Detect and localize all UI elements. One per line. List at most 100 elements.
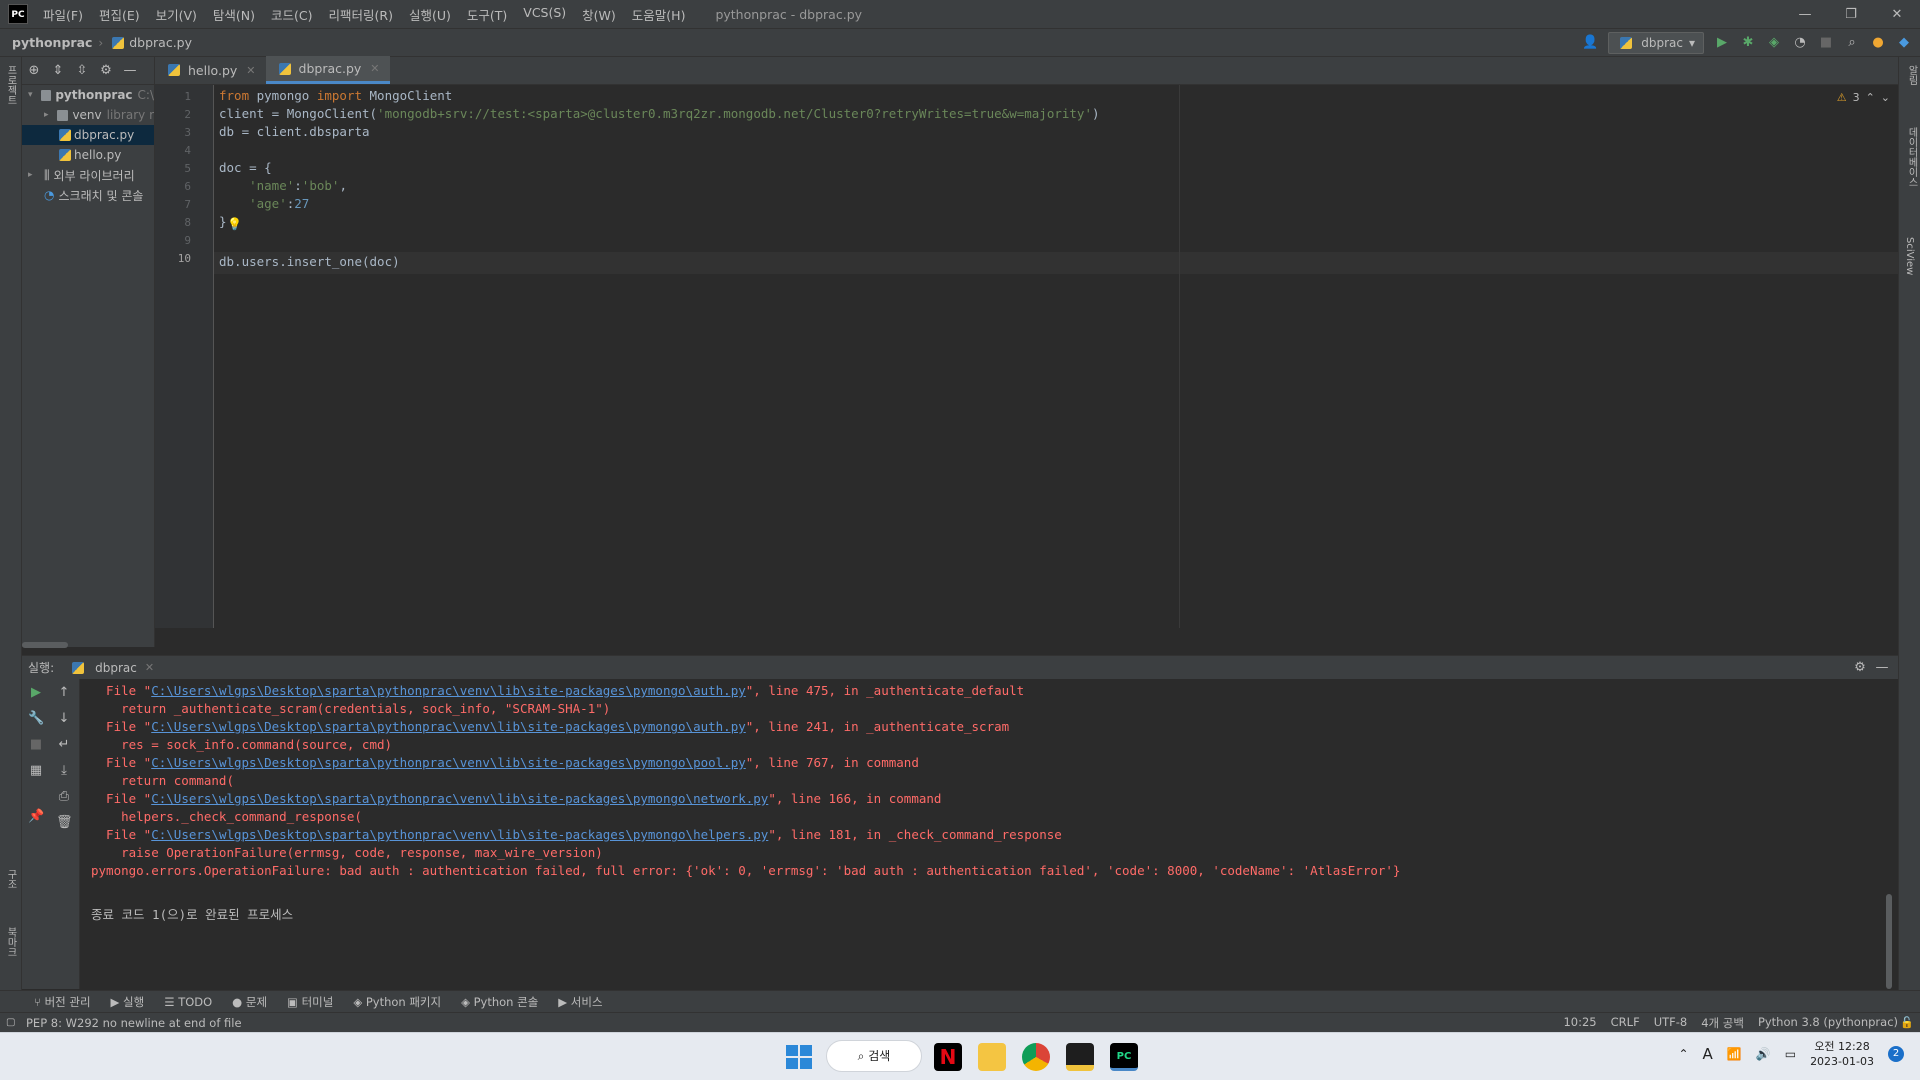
pycharm-logo[interactable]: PC xyxy=(8,4,28,24)
locate-icon[interactable]: ⊕ xyxy=(26,63,42,79)
taskbar-search[interactable]: ⌕ 검색 xyxy=(826,1040,922,1072)
wifi-icon[interactable]: 📶 xyxy=(1727,1047,1742,1061)
pin-icon[interactable]: 📌 xyxy=(28,809,44,825)
tool-tab[interactable]: ▶ 서비스 xyxy=(558,994,602,1010)
menu-item-1[interactable]: 편집(E) xyxy=(91,5,148,24)
chrome-icon[interactable] xyxy=(1022,1043,1050,1071)
gear-icon[interactable]: ⚙ xyxy=(98,63,114,79)
run-console[interactable]: File "C:\Users\wlgps\Desktop\sparta\pyth… xyxy=(80,679,1898,989)
menu-item-9[interactable]: 창(W) xyxy=(574,5,624,24)
wrench-icon[interactable]: 🔧 xyxy=(28,711,44,727)
rerun-icon[interactable]: ▶ xyxy=(28,685,44,701)
file-encoding[interactable]: UTF-8 xyxy=(1654,1015,1688,1031)
netflix-icon[interactable]: N xyxy=(934,1043,962,1071)
layout-icon[interactable]: ▦ xyxy=(28,763,44,779)
menu-item-8[interactable]: VCS(S) xyxy=(515,5,574,24)
sciview-tool-window-button[interactable]: SciView xyxy=(1904,237,1915,275)
chevron-down-icon[interactable]: ⌄ xyxy=(1881,91,1890,104)
sticky-notes-icon[interactable] xyxy=(1066,1043,1094,1071)
minimize-button[interactable]: — xyxy=(1782,0,1828,29)
volume-icon[interactable]: 🔊 xyxy=(1756,1047,1771,1061)
breadcrumb-project[interactable]: pythonprac xyxy=(12,35,92,50)
hide-icon[interactable]: — xyxy=(122,63,138,79)
gear-icon[interactable]: ⚙ xyxy=(1852,660,1868,676)
tool-tab[interactable]: ▣ 터미널 xyxy=(287,994,333,1010)
arrow-down-icon[interactable]: ↓ xyxy=(56,711,72,727)
close-icon[interactable]: ✕ xyxy=(145,661,154,674)
chevron-up-icon[interactable]: ⌃ xyxy=(1678,1047,1688,1061)
tool-tab[interactable]: ▶ 실행 xyxy=(111,994,145,1010)
menu-item-5[interactable]: 리팩터링(R) xyxy=(321,5,401,24)
close-button[interactable]: ✕ xyxy=(1874,0,1920,29)
menu-item-4[interactable]: 코드(C) xyxy=(263,5,320,24)
restore-button[interactable]: ❐ xyxy=(1828,0,1874,29)
stop-icon[interactable]: ■ xyxy=(1818,35,1834,51)
close-icon[interactable]: ✕ xyxy=(246,64,255,77)
menu-item-3[interactable]: 탐색(N) xyxy=(205,5,263,24)
jetbrains-icon[interactable]: ◆ xyxy=(1896,35,1912,51)
menu-item-6[interactable]: 실행(U) xyxy=(401,5,459,24)
profile-icon[interactable]: ◔ xyxy=(1792,35,1808,51)
horizontal-scrollbar[interactable] xyxy=(22,642,68,648)
file-explorer-icon[interactable] xyxy=(978,1043,1006,1071)
tool-tab[interactable]: ◈ Python 패키지 xyxy=(353,994,441,1010)
interpreter-selector[interactable]: Python 3.8 (pythonprac) xyxy=(1758,1015,1898,1031)
tool-tab[interactable]: ☰ TODO xyxy=(164,995,212,1009)
tree-item[interactable]: hello.py xyxy=(22,145,154,165)
collapse-all-icon[interactable]: ⇳ xyxy=(74,63,90,79)
run-config-selector[interactable]: dbprac ▾ xyxy=(1608,32,1704,54)
lock-icon[interactable]: 🔓 xyxy=(1900,1016,1914,1029)
print-icon[interactable]: ⎙ xyxy=(56,789,72,805)
clock[interactable]: 오전 12:28 2023-01-03 xyxy=(1810,1039,1874,1069)
file-link[interactable]: C:\Users\wlgps\Desktop\sparta\pythonprac… xyxy=(151,755,746,770)
inspection-widget[interactable]: ⚠ 3 ⌃ ⌄ xyxy=(1837,91,1890,104)
menu-item-2[interactable]: 보기(V) xyxy=(148,5,205,24)
chevron-right-icon[interactable]: ▸ xyxy=(28,170,40,180)
run-icon[interactable]: ▶ xyxy=(1714,35,1730,51)
tree-item[interactable]: ◔ 스크래치 및 콘솔 xyxy=(22,185,154,205)
soft-wrap-icon[interactable]: ↵ xyxy=(56,737,72,753)
code-editor[interactable]: 1 2 3 4 5 6 7 8 9 10 ⚠ 3 ⌃ ⌄ from pymongo import … xyxy=(155,85,1920,628)
editor-tab[interactable]: hello.py ✕ xyxy=(155,56,266,84)
trash-icon[interactable]: 🗑 xyxy=(56,815,73,831)
run-tab-dbprac[interactable]: dbprac xyxy=(95,661,137,675)
debug-icon[interactable]: ✱ xyxy=(1740,35,1756,51)
editor-tab[interactable]: dbprac.py ✕ xyxy=(265,56,390,84)
menu-item-10[interactable]: 도움말(H) xyxy=(624,5,694,24)
hide-icon[interactable]: — xyxy=(1874,660,1890,676)
bookmarks-tool-window-button[interactable]: 북마크 xyxy=(3,927,18,957)
chevron-right-icon[interactable]: ▸ xyxy=(44,110,53,120)
line-separator[interactable]: CRLF xyxy=(1611,1015,1640,1031)
lightbulb-icon[interactable]: 💡 xyxy=(227,217,242,231)
file-link[interactable]: C:\Users\wlgps\Desktop\sparta\pythonprac… xyxy=(151,683,746,698)
battery-icon[interactable]: ▭ xyxy=(1785,1047,1796,1061)
panel-toggle-icon[interactable]: ▢ xyxy=(6,1017,15,1028)
expand-all-icon[interactable]: ⇕ xyxy=(50,63,66,79)
user-icon[interactable]: 👤 xyxy=(1582,35,1598,51)
project-tool-window-button[interactable]: 프로젝트 xyxy=(3,65,18,105)
tree-item[interactable]: ▾ pythonprac C:\ xyxy=(22,85,154,105)
windows-start-icon[interactable] xyxy=(784,1043,812,1071)
console-scrollbar[interactable] xyxy=(1886,894,1892,989)
chevron-up-icon[interactable]: ⌃ xyxy=(1866,91,1875,104)
tree-item[interactable]: ▸ ⫼ 외부 라이브러리 xyxy=(22,165,154,185)
structure-tool-window-button[interactable]: 구조 xyxy=(3,869,18,889)
search-icon[interactable]: ⌕ xyxy=(1844,35,1860,51)
tree-item[interactable]: dbprac.py xyxy=(22,125,154,145)
arrow-up-icon[interactable]: ↑ xyxy=(56,685,72,701)
notification-badge[interactable]: 2 xyxy=(1888,1046,1904,1062)
chevron-down-icon[interactable]: ▾ xyxy=(28,90,37,100)
tool-tab[interactable]: ◈ Python 콘솔 xyxy=(461,994,538,1010)
caret-position[interactable]: 10:25 xyxy=(1563,1015,1596,1031)
database-tool-window-button[interactable]: 데이터베이스 xyxy=(1904,127,1919,187)
ime-indicator[interactable]: A xyxy=(1703,1045,1713,1063)
tool-tab[interactable]: ⑂ 버전 관리 xyxy=(34,994,91,1010)
tree-item[interactable]: ▸ venv library r xyxy=(22,105,154,125)
menu-item-0[interactable]: 파일(F) xyxy=(35,5,91,24)
file-link[interactable]: C:\Users\wlgps\Desktop\sparta\pythonprac… xyxy=(151,719,746,734)
indent-setting[interactable]: 4개 공백 xyxy=(1701,1015,1744,1031)
close-icon[interactable]: ✕ xyxy=(370,62,379,75)
breadcrumb-file[interactable]: dbprac.py xyxy=(129,35,192,50)
pycharm-taskbar-icon[interactable]: PC xyxy=(1110,1043,1138,1071)
tool-tab[interactable]: ● 문제 xyxy=(232,994,267,1010)
